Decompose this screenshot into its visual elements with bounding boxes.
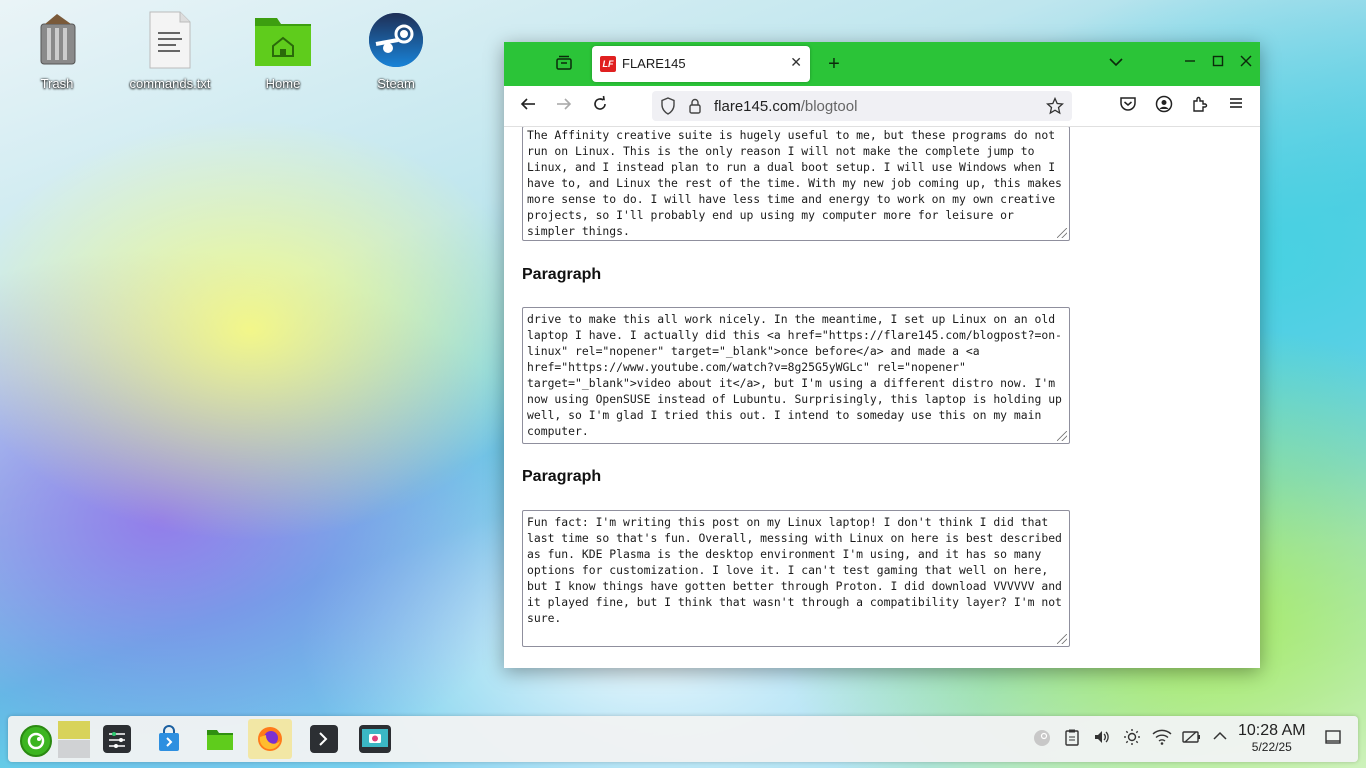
- taskbar-terminal[interactable]: [302, 719, 346, 759]
- firefox-icon: [256, 725, 284, 753]
- clock-time: 10:28 AM: [1238, 722, 1306, 739]
- desktop-icon-label: Trash: [40, 76, 74, 91]
- store-bag-icon: [155, 725, 183, 753]
- volume-icon[interactable]: [1091, 728, 1113, 750]
- taskbar-screenshot-tool[interactable]: [353, 719, 397, 759]
- textarea-text: Fun fact: I'm writing this post on my Li…: [527, 515, 1069, 625]
- brightness-icon[interactable]: [1121, 728, 1143, 750]
- close-window-icon[interactable]: [1236, 54, 1256, 74]
- desktop-icon-label: Home: [265, 76, 301, 91]
- clipboard-icon[interactable]: [1061, 728, 1083, 750]
- tab-bar: LF FLARE145 ✕ +: [504, 42, 1260, 86]
- new-tab-icon[interactable]: +: [824, 54, 844, 74]
- url-bar[interactable]: flare145.com/blogtool: [652, 91, 1072, 121]
- close-tab-icon[interactable]: ✕: [790, 54, 802, 71]
- url-text: flare145.com/blogtool: [714, 98, 857, 115]
- taskbar-file-manager[interactable]: [198, 719, 242, 759]
- desktop-icon-home[interactable]: Home: [238, 10, 328, 91]
- desktop-icon-trash[interactable]: Trash: [12, 10, 102, 91]
- folder-icon: [206, 725, 234, 753]
- resize-grip-icon[interactable]: [1057, 228, 1067, 238]
- taskbar-discover[interactable]: [147, 719, 191, 759]
- site-favicon-icon: LF: [600, 56, 616, 72]
- digital-clock[interactable]: 10:28 AM 5/22/25: [1238, 722, 1306, 754]
- forward-arrow-icon[interactable]: [553, 95, 575, 117]
- desktop-icon-label: Steam: [377, 76, 415, 91]
- browser-window: LF FLARE145 ✕ + flare145.com/blogtool Th…: [504, 42, 1260, 668]
- taskbar-firefox[interactable]: [248, 719, 292, 759]
- paragraph-heading: Paragraph: [522, 266, 602, 283]
- virtual-desktop-pager[interactable]: [54, 719, 98, 759]
- list-all-tabs-icon[interactable]: [1106, 54, 1126, 74]
- text-file-icon: [140, 10, 200, 70]
- navigation-toolbar: flare145.com/blogtool: [504, 86, 1260, 127]
- resize-grip-icon[interactable]: [1057, 634, 1067, 644]
- paragraph-textarea[interactable]: drive to make this all work nicely. In t…: [522, 307, 1070, 444]
- terminal-icon: [310, 725, 338, 753]
- taskbar: 10:28 AM 5/22/25: [8, 716, 1358, 762]
- settings-sliders-icon: [103, 725, 131, 753]
- steam-icon: [366, 10, 426, 70]
- trash-icon: [27, 10, 87, 70]
- taskbar-system-settings[interactable]: [95, 719, 139, 759]
- paragraph-heading: Paragraph: [522, 468, 602, 485]
- steam-tray-icon[interactable]: [1031, 728, 1053, 750]
- battery-icon[interactable]: [1181, 728, 1203, 750]
- minimize-icon[interactable]: [1180, 54, 1200, 74]
- resize-grip-icon[interactable]: [1057, 431, 1067, 441]
- show-desktop-icon[interactable]: [1322, 728, 1344, 750]
- tab-flare145[interactable]: LF FLARE145 ✕: [592, 46, 810, 82]
- show-hidden-icons-chevron-up-icon[interactable]: [1209, 728, 1231, 750]
- tab-overview-icon[interactable]: [554, 54, 574, 74]
- desktop-icon-label: commands.txt: [129, 76, 211, 91]
- paragraph-textarea[interactable]: The Affinity creative suite is hugely us…: [522, 127, 1070, 241]
- reload-icon[interactable]: [589, 95, 611, 117]
- menu-icon[interactable]: [1225, 95, 1247, 117]
- screenshot-icon: [359, 725, 391, 753]
- textarea-text: drive to make this all work nicely. In t…: [527, 312, 1069, 438]
- desktop-icon-steam[interactable]: Steam: [351, 10, 441, 91]
- paragraph-textarea[interactable]: Fun fact: I'm writing this post on my Li…: [522, 510, 1070, 647]
- pocket-icon[interactable]: [1117, 95, 1139, 117]
- shield-icon[interactable]: [660, 97, 676, 120]
- bookmark-star-icon[interactable]: [1045, 96, 1065, 120]
- pager-desktop-1[interactable]: [58, 721, 90, 739]
- lock-icon[interactable]: [688, 97, 702, 120]
- desktop-icon-commands-txt[interactable]: commands.txt: [125, 10, 215, 91]
- account-icon[interactable]: [1153, 95, 1175, 117]
- page-content: The Affinity creative suite is hugely us…: [504, 127, 1260, 668]
- wifi-icon[interactable]: [1151, 728, 1173, 750]
- textarea-text: The Affinity creative suite is hugely us…: [527, 128, 1069, 238]
- opensuse-logo-icon: [20, 725, 52, 757]
- url-path: /blogtool: [800, 98, 858, 115]
- clock-date: 5/22/25: [1251, 740, 1292, 754]
- url-host: flare145.com: [714, 98, 801, 115]
- application-launcher[interactable]: [12, 719, 56, 759]
- home-folder-icon: [253, 10, 313, 70]
- maximize-icon[interactable]: [1208, 54, 1228, 74]
- extensions-icon[interactable]: [1189, 95, 1211, 117]
- pager-desktop-2[interactable]: [58, 740, 90, 758]
- back-arrow-icon[interactable]: [517, 95, 539, 117]
- tab-title: FLARE145: [622, 56, 686, 71]
